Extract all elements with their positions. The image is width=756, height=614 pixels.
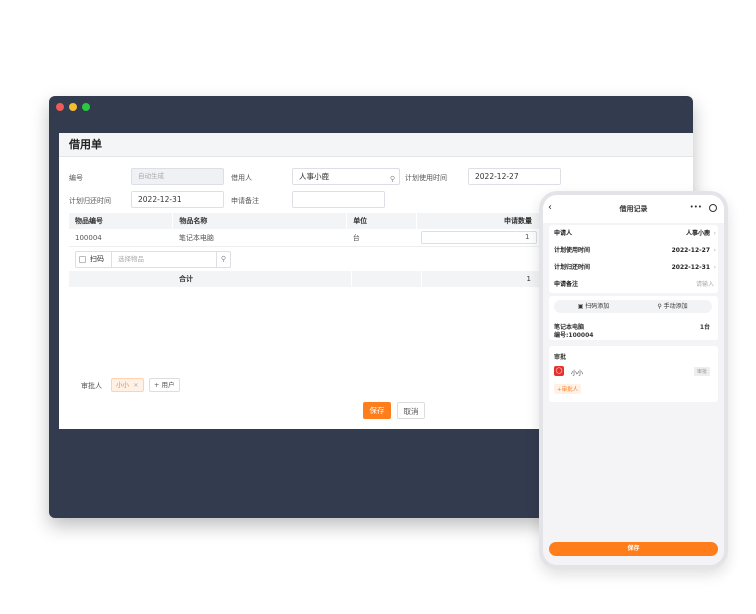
- applicant-value: 人事小鹿: [685, 230, 710, 237]
- col-code-header: 物品编号: [69, 213, 174, 229]
- scan-add-label: 扫码添加: [585, 303, 610, 310]
- add-approver-button[interactable]: +审批人: [554, 384, 582, 394]
- scan-label[interactable]: 扫码: [90, 252, 104, 267]
- item-picker: 扫码 选择物品 ⚲: [75, 251, 231, 268]
- remark-label: 申请备注: [554, 281, 579, 288]
- plan-use-value: 2022-12-27: [671, 247, 710, 254]
- approver-tag-name: 小小: [116, 381, 129, 389]
- phone-save-button[interactable]: 保存: [549, 542, 718, 556]
- col-qty-header: 申请数量: [416, 213, 541, 229]
- plan-return-row[interactable]: 计划归还时间 2022-12-31 ›: [549, 259, 718, 276]
- maximize-window-button[interactable]: [82, 103, 90, 111]
- approver-label: 审批人: [81, 382, 102, 390]
- total-value: 1: [526, 275, 531, 283]
- plan-use-value: 2022-12-27: [475, 172, 519, 181]
- plan-return-value: 2022-12-31: [138, 195, 182, 204]
- save-button[interactable]: 保存: [363, 402, 391, 419]
- item-qty-input[interactable]: 1: [420, 231, 537, 244]
- info-card: 申请人 人事小鹿 › 计划使用时间 2022-12-27 › 计划归还时间 2022-12…: [549, 225, 718, 293]
- total-row: 合计 1: [69, 271, 541, 287]
- add-user-label: 用户: [161, 381, 175, 389]
- item-name: 笔记本电脑: [172, 229, 347, 247]
- chevron-right-icon: ›: [713, 264, 716, 271]
- approver-name: 小小: [571, 370, 584, 377]
- approver-status-badge: 审批: [693, 367, 710, 376]
- item-unit: 台: [346, 229, 417, 247]
- plan-use-label: 计划使用时间: [554, 247, 591, 254]
- remark-input[interactable]: [292, 191, 385, 208]
- divider: [351, 271, 352, 287]
- plus-icon: +: [154, 381, 162, 389]
- form-title: 借用单: [59, 133, 693, 157]
- remark-row[interactable]: 申请备注 请输入: [549, 276, 718, 293]
- plan-use-date-input[interactable]: 2022-12-27: [468, 168, 561, 185]
- manual-add-button[interactable]: ⚲ 手动添加: [633, 300, 712, 313]
- item-qty: 1台: [699, 324, 710, 331]
- items-table: 物品编号 物品名称 单位 申请数量 100004 笔记本电脑 台 1: [69, 213, 541, 247]
- remove-icon[interactable]: ×: [133, 381, 138, 389]
- number-label: 编号: [69, 174, 83, 182]
- item-code: 编号:100004: [554, 332, 594, 339]
- search-icon[interactable]: ⚲: [221, 252, 226, 267]
- plan-return-label: 计划归还时间: [69, 197, 111, 205]
- borrower-input[interactable]: 人事小鹿 ⚲: [292, 168, 400, 185]
- col-unit-header: 单位: [346, 213, 418, 229]
- select-item-input[interactable]: 选择物品: [118, 252, 144, 267]
- item-qty-cell: 1: [416, 229, 541, 247]
- remark-input[interactable]: 请输入: [696, 276, 714, 293]
- manual-add-label: 手动添加: [663, 303, 688, 310]
- chevron-right-icon: ›: [713, 230, 716, 237]
- search-icon[interactable]: ⚲: [390, 172, 395, 187]
- borrower-value: 人事小鹿: [299, 172, 329, 181]
- cancel-button[interactable]: 取消: [397, 402, 425, 419]
- table-header: 物品编号 物品名称 单位 申请数量: [69, 213, 541, 229]
- chevron-right-icon: ›: [713, 247, 716, 254]
- borrower-label: 借用人: [231, 174, 252, 182]
- approver-tag[interactable]: 小小 ×: [111, 378, 144, 392]
- number-placeholder: 自动生成: [138, 172, 164, 180]
- more-icon[interactable]: •••: [690, 203, 702, 211]
- item-code: 100004: [69, 229, 173, 247]
- plan-return-date-input[interactable]: 2022-12-31: [131, 191, 224, 208]
- divider: [111, 252, 112, 267]
- approval-card: 审批 ◯ 小小 审批 +审批人: [549, 346, 718, 402]
- plan-use-row[interactable]: 计划使用时间 2022-12-27 ›: [549, 242, 718, 259]
- divider: [216, 252, 217, 267]
- remark-label: 申请备注: [231, 197, 259, 205]
- minimize-window-button[interactable]: [69, 103, 77, 111]
- table-row: 100004 笔记本电脑 台 1: [69, 229, 541, 247]
- divider: [421, 271, 422, 287]
- applicant-row[interactable]: 申请人 人事小鹿 ›: [549, 225, 718, 242]
- col-name-header: 物品名称: [172, 213, 348, 229]
- plan-return-value: 2022-12-31: [671, 264, 710, 271]
- phone-mockup: ‹ 借用记录 ••• 申请人 人事小鹿 › 计划使用时间 2022-12-27 › 计划…: [539, 191, 728, 569]
- approval-title: 审批: [554, 354, 567, 361]
- total-label: 合计: [179, 275, 193, 283]
- plan-return-label: 计划归还时间: [554, 264, 591, 271]
- scan-add-button[interactable]: ▣ 扫码添加: [554, 300, 633, 313]
- items-card: ▣ 扫码添加 ⚲ 手动添加 笔记本电脑 1台 编号:100004: [549, 296, 718, 340]
- number-field: 自动生成: [131, 168, 224, 185]
- close-window-button[interactable]: [56, 103, 64, 111]
- target-icon[interactable]: [709, 204, 717, 212]
- add-item-bar: ▣ 扫码添加 ⚲ 手动添加: [554, 300, 712, 313]
- add-user-button[interactable]: + 用户: [149, 378, 180, 392]
- plan-use-label: 计划使用时间: [405, 174, 447, 182]
- scan-checkbox[interactable]: [79, 256, 86, 263]
- approver-avatar-icon: ◯: [554, 366, 564, 376]
- page: 借用单 编号 自动生成 借用人 人事小鹿 ⚲ 计划使用时间 2022-12-27…: [0, 0, 756, 614]
- window-controls: [56, 103, 90, 111]
- phone-nav-bar: ‹ 借用记录 •••: [543, 195, 724, 223]
- applicant-label: 申请人: [554, 230, 573, 237]
